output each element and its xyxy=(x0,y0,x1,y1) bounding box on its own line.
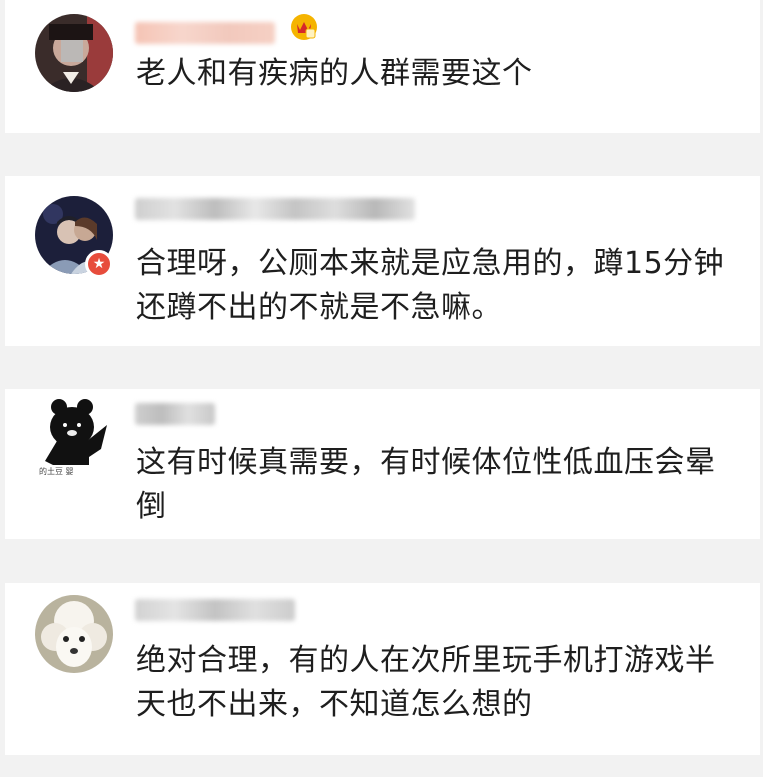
username-hidden[interactable] xyxy=(135,599,295,621)
username-hidden[interactable] xyxy=(135,198,415,220)
avatar[interactable] xyxy=(35,14,113,92)
comment-text: 合理呀，公厕本来就是应急用的，蹲15分钟还蹲不出的不就是不急嘛。 xyxy=(136,246,725,325)
comment-card: ★ 合理呀，公厕本来就是应急用的，蹲15分钟还蹲不出的不就是不急嘛。 xyxy=(5,176,760,346)
comment-card: 绝对合理，有的人在次所里玩手机打游戏半天也不出来，不知道怎么想的 xyxy=(5,583,760,755)
comment-card: 老人和有疾病的人群需要这个 xyxy=(5,0,760,133)
comment-text: 这有时候真需要，有时候体位性低血压会晕倒 xyxy=(136,445,716,524)
comment-text: 老人和有疾病的人群需要这个 xyxy=(136,56,533,91)
vip-crown-icon xyxy=(291,14,317,40)
avatar[interactable] xyxy=(35,595,113,673)
poodle-avatar-image xyxy=(35,595,113,673)
avatar-caption: 的土豆 婴 xyxy=(39,466,74,475)
username-hidden[interactable] xyxy=(135,22,275,44)
comment-text: 绝对合理，有的人在次所里玩手机打游戏半天也不出来，不知道怎么想的 xyxy=(136,643,716,722)
username-hidden[interactable] xyxy=(135,403,215,425)
comment-card: 的土豆 婴 这有时候真需要，有时候体位性低血压会晕倒 xyxy=(5,389,760,539)
avatar[interactable]: 的土豆 婴 xyxy=(35,397,113,475)
verified-badge-icon: ★ xyxy=(85,250,113,278)
avatar-image xyxy=(35,14,113,92)
bear-cartoon-icon: 的土豆 婴 xyxy=(35,397,113,475)
